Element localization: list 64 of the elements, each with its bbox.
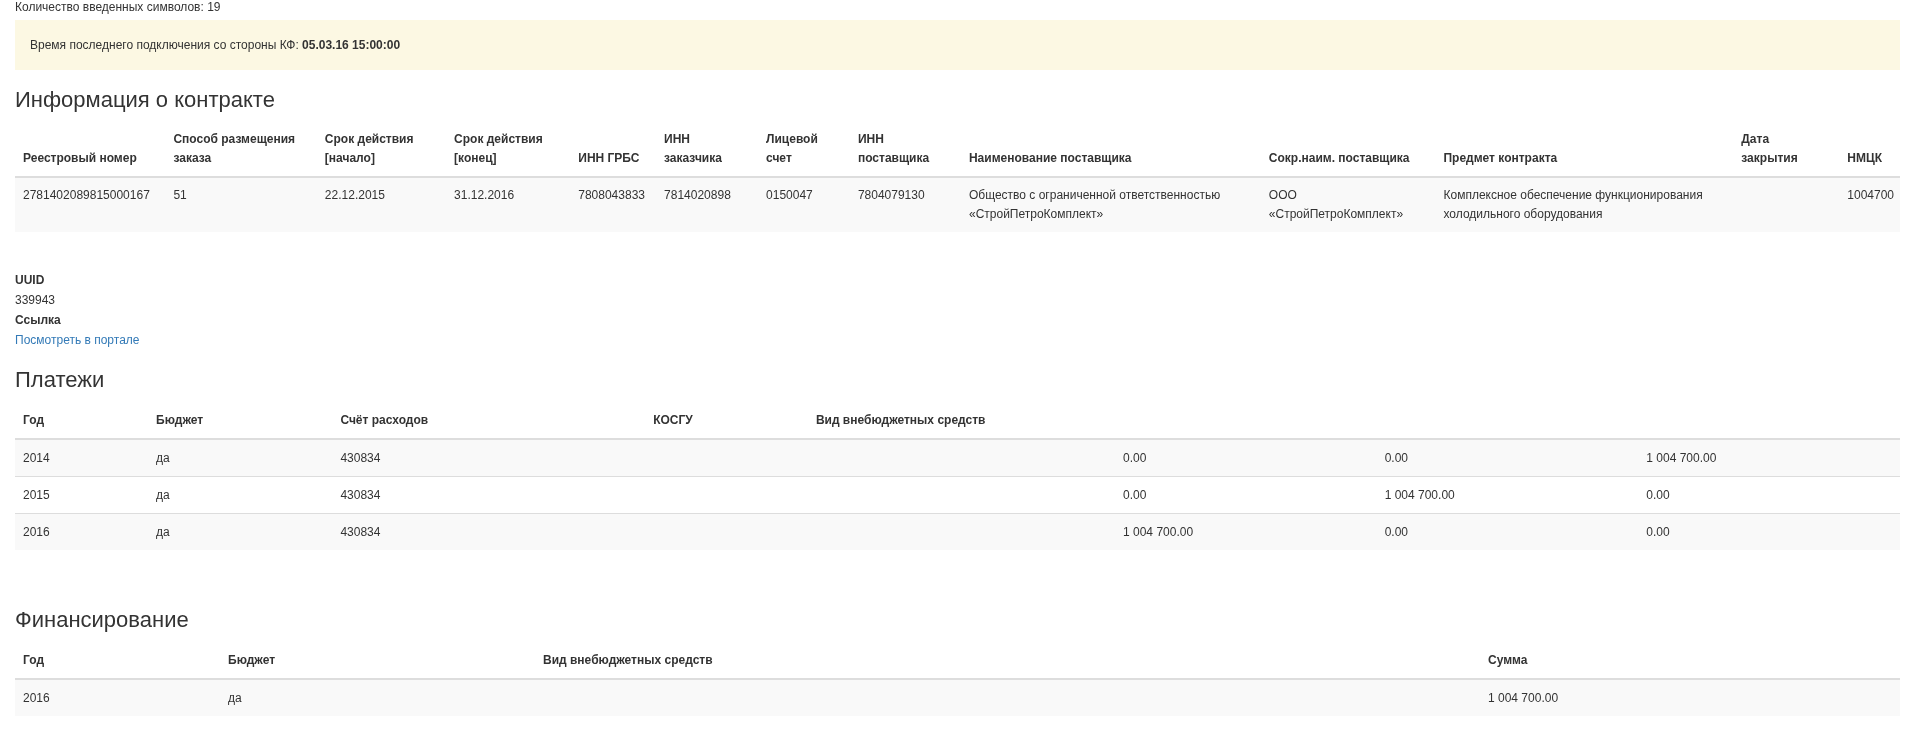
column-header: Лицевой счет: [766, 131, 819, 167]
table-cell-text: 7808043833: [578, 187, 646, 204]
column-header: ИНН ГРБС: [578, 150, 641, 167]
input-counter: Количество введенных символов: 19: [15, 0, 221, 15]
field-value: 339943: [15, 292, 56, 309]
column-header: Сокр.наим. поставщика: [1268, 150, 1411, 167]
table-cell: 1 004 700.00: [1488, 691, 1559, 705]
table-cell: 2014: [23, 451, 50, 465]
column-header: Бюджет: [228, 653, 276, 667]
table-cell: 0.00: [1384, 525, 1408, 539]
section-heading: Информация о контракте: [15, 86, 275, 114]
table-cell: да: [228, 691, 242, 705]
table-cell-text: Общество с ограниченной ответственностью «СтройПетроКомплект»: [968, 187, 1222, 223]
column-header: Сумма: [1488, 653, 1528, 667]
table-cell-text: 0150047: [766, 187, 814, 204]
table-cell-text: ООО «СтройПетроКомплект»: [1268, 187, 1405, 223]
column-header: Срок действия [начало]: [324, 131, 415, 167]
table-cell-text: 22.12.2015: [324, 187, 386, 204]
table-cell: 2015: [23, 488, 50, 502]
table-cell: 1 004 700.00: [1123, 525, 1194, 539]
table-cell: 2016: [23, 691, 50, 705]
column-header: Срок действия [конец]: [454, 131, 544, 167]
table-cell-text: 2781402089815000167: [23, 187, 151, 204]
table-cell: 0.00: [1646, 488, 1670, 502]
table-cell: да: [156, 525, 170, 539]
column-header: Бюджет: [156, 413, 204, 427]
table-cell: 1 004 700.00: [1384, 488, 1455, 502]
table-cell-text: 7804079130: [857, 187, 926, 204]
section-heading: Платежи: [15, 366, 105, 394]
table-cell: 0.00: [1384, 451, 1408, 465]
table-cell: 430834: [340, 451, 381, 465]
table-cell-text: 7814020898: [664, 187, 732, 204]
table-cell: 430834: [340, 525, 381, 539]
table-cell: 0.00: [1123, 451, 1147, 465]
column-header: ИНН поставщика: [857, 131, 931, 167]
column-header: Вид внебюджетных средств: [815, 413, 986, 427]
column-header: Дата закрытия: [1741, 131, 1799, 167]
table-cell-text: Комплексное обеспечение функционирования холодильного оборудования: [1443, 187, 1704, 223]
column-header: Год: [23, 653, 44, 667]
table-cell-text: 31.12.2016: [454, 187, 516, 204]
column-header: ИНН заказчика: [664, 131, 723, 167]
table-cell-text: 51: [173, 187, 188, 204]
column-header: Вид внебюджетных средств: [543, 653, 713, 667]
table-cell: 430834: [340, 488, 381, 502]
table-cell: 0.00: [1123, 488, 1147, 502]
table-cell: 1 004 700.00: [1646, 451, 1717, 465]
column-header: Реестровый номер: [23, 150, 138, 167]
portal-link[interactable]: Посмотреть в портале: [15, 330, 140, 350]
column-header: Счёт расходов: [340, 413, 429, 427]
column-header: Наименование поставщика: [968, 150, 1133, 167]
column-header: КОСГУ: [653, 413, 693, 427]
column-header: Способ размещения заказа: [173, 131, 297, 167]
table-cell: да: [156, 488, 170, 502]
column-header: НМЦК: [1847, 150, 1884, 167]
notice-text: Время последнего подключения со стороны КФ: 05.03.16 15:00:00: [30, 37, 401, 54]
table-cell: да: [156, 451, 170, 465]
field-label: Ссылка: [15, 312, 61, 329]
field-label: UUID: [15, 272, 45, 289]
table-cell-text: 1004700: [1847, 187, 1892, 204]
table-cell: 2016: [23, 525, 50, 539]
table-cell: 0.00: [1646, 525, 1670, 539]
column-header: Предмет контракта: [1443, 150, 1559, 167]
section-heading: Финансирование: [15, 606, 189, 634]
column-header: Год: [23, 413, 44, 427]
